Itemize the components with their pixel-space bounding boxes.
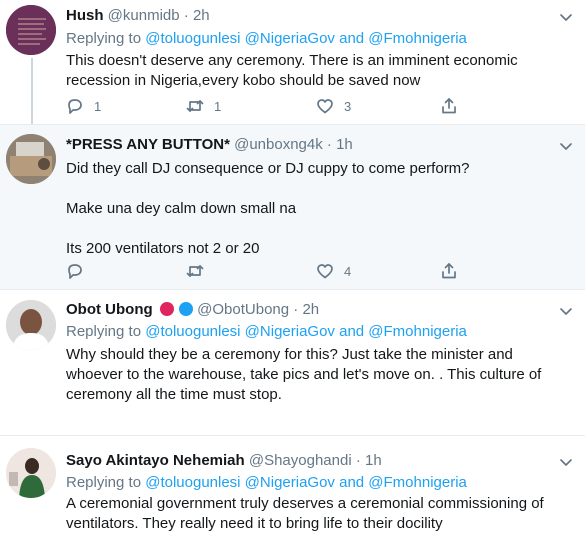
tweet-text: This doesn't deserve any ceremony. There… <box>66 51 571 91</box>
replying-to: Replying to @toluogunlesi @NigeriaGov an… <box>66 323 467 340</box>
tweet-text-line: This doesn't deserve any ceremony. There… <box>66 52 518 89</box>
avatar[interactable] <box>6 134 56 184</box>
tweet-text-line: Why should they be a ceremony for this? … <box>66 346 542 403</box>
share-button[interactable] <box>440 261 458 281</box>
avatar-image <box>6 300 56 350</box>
avatar[interactable] <box>6 300 56 350</box>
replying-to-links[interactable]: @toluogunlesi @NigeriaGov and @Fmohniger… <box>145 30 467 47</box>
replying-to-links[interactable]: @toluogunlesi @NigeriaGov and @Fmohniger… <box>145 323 467 340</box>
avatar-image <box>6 448 56 498</box>
replying-prefix: Replying to <box>66 474 142 491</box>
tweet-sayo-akintayo[interactable]: Sayo Akintayo Nehemiah @Shayoghandi · 1h… <box>0 436 585 538</box>
retweet-button[interactable]: 1 <box>186 96 221 116</box>
timestamp[interactable]: · 1h <box>327 136 353 153</box>
reply-icon <box>68 99 82 114</box>
retweet-button[interactable] <box>186 261 214 281</box>
red-circle-badge <box>159 302 174 316</box>
tweet-text-line: Its 200 ventilators not 2 or 20 <box>66 240 260 257</box>
replying-prefix: Replying to <box>66 323 142 340</box>
reply-button[interactable]: 1 <box>66 96 101 116</box>
share-icon <box>442 263 456 279</box>
blue-circle-badge <box>178 302 193 316</box>
display-name[interactable]: Hush <box>66 7 104 24</box>
like-count: 4 <box>344 263 352 279</box>
display-name[interactable]: *PRESS ANY BUTTON* <box>66 136 230 153</box>
replying-to-links[interactable]: @toluogunlesi @NigeriaGov and @Fmohniger… <box>145 474 467 491</box>
thread-line <box>31 58 33 124</box>
caret-down-icon[interactable] <box>557 453 575 471</box>
handle[interactable]: @unboxng4k <box>234 136 323 153</box>
tweet-text-line: Make una dey calm down small na <box>66 200 297 217</box>
tweet-text-line: A ceremonial government truly deserves a… <box>66 495 544 532</box>
timestamp[interactable]: · 2h <box>184 7 210 24</box>
like-button[interactable]: 4 <box>316 261 351 281</box>
retweet-count: 1 <box>214 98 222 114</box>
replying-prefix: Replying to <box>66 30 142 47</box>
tweet-header: Hush @kunmidb · 2h <box>66 7 210 24</box>
caret-down-icon[interactable] <box>557 8 575 26</box>
like-count: 3 <box>344 98 352 114</box>
tweet-text: Why should they be a ceremony for this? … <box>66 345 571 405</box>
tweet-obot-ubong[interactable]: Obot Ubong @ObotUbong · 2h Replying to @… <box>0 290 585 435</box>
reply-count: 1 <box>94 98 102 114</box>
tweet-text-line: Did they call DJ consequence or DJ cuppy… <box>66 160 470 177</box>
tweet-header: *PRESS ANY BUTTON* @unboxng4k · 1h <box>66 136 353 153</box>
timestamp[interactable]: · 2h <box>293 301 319 318</box>
handle[interactable]: @kunmidb <box>108 7 180 24</box>
share-button[interactable] <box>440 96 458 116</box>
timestamp[interactable]: · 1h <box>356 452 382 469</box>
avatar[interactable] <box>6 5 56 55</box>
retweet-icon <box>186 265 204 277</box>
replying-to: Replying to @toluogunlesi @NigeriaGov an… <box>66 30 467 47</box>
tweet-text: Did they call DJ consequence or DJ cuppy… <box>66 159 571 259</box>
caret-down-icon[interactable] <box>557 302 575 320</box>
tweet-header: Obot Ubong @ObotUbong · 2h <box>66 301 319 318</box>
display-name[interactable]: Obot Ubong <box>66 301 153 318</box>
avatar-image <box>6 5 56 55</box>
handle[interactable]: @ObotUbong <box>197 301 289 318</box>
tweet-press-any-button[interactable]: *PRESS ANY BUTTON* @unboxng4k · 1h Did t… <box>0 125 585 289</box>
handle[interactable]: @Shayoghandi <box>249 452 352 469</box>
like-button[interactable]: 3 <box>316 96 351 116</box>
retweet-icon <box>186 100 204 112</box>
tweet-hush[interactable]: Hush @kunmidb · 2h Replying to @toluogun… <box>0 0 585 124</box>
display-name[interactable]: Sayo Akintayo Nehemiah <box>66 452 245 469</box>
like-icon <box>317 99 333 114</box>
caret-down-icon[interactable] <box>557 137 575 155</box>
avatar[interactable] <box>6 448 56 498</box>
tweet-header: Sayo Akintayo Nehemiah @Shayoghandi · 1h <box>66 452 382 469</box>
action-bar: 4 <box>66 261 476 281</box>
replying-to: Replying to @toluogunlesi @NigeriaGov an… <box>66 474 467 491</box>
share-icon <box>442 98 456 114</box>
action-bar: 1 1 3 <box>66 96 476 116</box>
avatar-image <box>6 134 56 184</box>
reply-button[interactable] <box>66 261 94 281</box>
reply-icon <box>68 264 82 279</box>
tweet-text: A ceremonial government truly deserves a… <box>66 494 571 534</box>
like-icon <box>317 264 333 279</box>
